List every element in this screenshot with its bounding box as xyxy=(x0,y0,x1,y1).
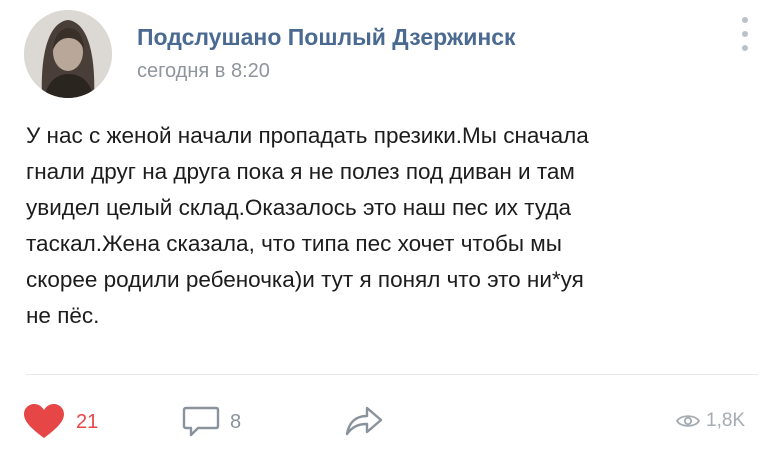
menu-dot xyxy=(742,31,748,37)
post-text: У нас с женой начали пропадать презики.М… xyxy=(26,118,766,334)
divider xyxy=(26,374,758,375)
post-text-line: увидел целый склад.Оказалось это наш пес… xyxy=(26,195,571,220)
like-count: 21 xyxy=(76,410,99,433)
eye-icon xyxy=(676,415,700,427)
like-button[interactable]: 21 xyxy=(22,404,98,440)
comment-count: 8 xyxy=(230,410,242,433)
post-text-line: не пёс. xyxy=(26,303,100,328)
post-text-line: гнали друг на друга пока я не полез под … xyxy=(26,159,575,184)
avatar[interactable] xyxy=(24,10,112,98)
author-name[interactable]: Подслушано Пошлый Дзержинск xyxy=(137,24,516,51)
avatar-image xyxy=(24,10,112,98)
post-text-line: У нас с женой начали пропадать презики.М… xyxy=(26,123,589,148)
heart-icon xyxy=(24,404,64,438)
post-card: Подслушано Пошлый Дзержинск сегодня в 8:… xyxy=(0,0,782,452)
share-button[interactable] xyxy=(344,404,384,438)
more-options-icon[interactable] xyxy=(738,17,752,51)
post-time[interactable]: сегодня в 8:20 xyxy=(137,60,270,83)
post-text-line: скорее родили ребеночка)и тут я понял чт… xyxy=(26,267,584,292)
views-counter: 1,8K xyxy=(676,410,745,432)
comment-button[interactable]: 8 xyxy=(182,404,241,440)
comment-icon xyxy=(182,406,220,437)
share-icon xyxy=(345,406,383,436)
post-text-line: таскал.Жена сказала, что типа пес хочет … xyxy=(26,231,562,256)
menu-dot xyxy=(742,17,748,23)
views-count: 1,8K xyxy=(706,410,746,431)
menu-dot xyxy=(742,45,748,51)
